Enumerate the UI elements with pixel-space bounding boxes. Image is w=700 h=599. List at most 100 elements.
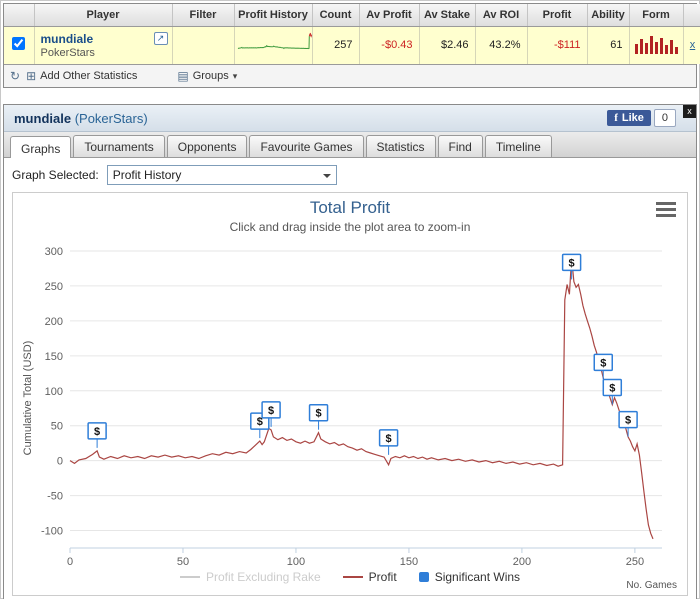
tab-bar: Graphs Tournaments Opponents Favourite G… [4,132,696,158]
svg-text:$: $ [315,408,321,420]
svg-text:300: 300 [45,246,63,258]
profit-history-cell [234,26,313,64]
page: Player Filter Profit History Count Av Pr… [0,0,700,599]
close-panel-button[interactable]: x [683,105,696,118]
table-footer: ↻ ⊞ Add Other Statistics ▤ Groups ▾ [4,64,696,87]
legend-line-swatch [342,576,363,578]
svg-text:$: $ [94,426,100,438]
count-cell: 257 [312,26,360,64]
svg-text:$: $ [569,257,575,269]
y-axis-title: Cumulative Total (USD) [22,340,34,456]
header-checkbox-col [4,4,35,27]
svg-text:$: $ [268,405,274,417]
facebook-like-button[interactable]: f Like [607,110,651,126]
legend-item-significant-wins[interactable]: Significant Wins [418,570,521,584]
like-label: Like [621,112,644,124]
svg-text:100: 100 [45,386,63,398]
svg-text:50: 50 [177,556,189,568]
groups-label: Groups [192,70,229,82]
tab-find[interactable]: Find [437,135,483,157]
chart-legend: Profit Excluding Rake Profit Significant… [13,570,687,584]
row-checkbox[interactable] [12,37,26,51]
profit-chart[interactable]: -100 -50 0 50 100 150 200 250 300 0 50 100 150 200 250… [22,236,678,570]
x-axis-title: No. Games [626,580,677,591]
svg-text:-100: -100 [41,526,63,538]
player-site-label: PokerStars [40,46,95,59]
remove-cell: x [683,26,700,64]
table-header-row: Player Filter Profit History Count Av Pr… [4,4,700,27]
tab-timeline[interactable]: Timeline [484,135,552,157]
player-detail-panel: x mundiale (PokerStars) f Like 0 Graphs … [3,104,697,599]
svg-text:150: 150 [45,351,63,363]
groups-icon: ▤ [177,69,189,83]
groups-button[interactable]: ▤ Groups ▾ [177,69,237,83]
header-count[interactable]: Count [312,4,360,27]
legend-item-profit[interactable]: Profit [342,570,397,584]
ability-cell: 61 [587,26,630,64]
svg-text:250: 250 [626,556,644,568]
graph-select[interactable]: Profit History [106,165,337,185]
header-av-stake[interactable]: Av Stake [419,4,476,27]
svg-text:$: $ [625,415,631,427]
header-av-profit[interactable]: Av Profit [359,4,420,27]
header-av-roi[interactable]: Av ROI [475,4,528,27]
header-profit-history[interactable]: Profit History [234,4,313,27]
tab-graphs[interactable]: Graphs [10,136,72,158]
player-cell: mundiale ↗ PokerStars [34,26,173,64]
svg-text:$: $ [600,357,606,369]
player-notes-icon[interactable]: ↗ [153,32,168,46]
svg-text:150: 150 [400,556,418,568]
panel-site-name: (PokerStars) [74,110,148,126]
header-remove-col [683,4,700,27]
chart-menu-icon[interactable] [656,202,676,217]
add-statistics-label: Add Other Statistics [40,70,138,82]
add-icon: ⊞ [26,69,37,83]
svg-text:$: $ [609,383,615,395]
checkbox-cell [4,26,35,64]
svg-text:-50: -50 [47,491,63,503]
svg-text:250: 250 [45,281,63,293]
header-ability[interactable]: Ability [587,4,630,27]
player-table-panel: Player Filter Profit History Count Av Pr… [3,3,700,88]
legend-line-swatch [179,576,200,578]
svg-text:200: 200 [513,556,531,568]
svg-text:100: 100 [287,556,305,568]
filter-cell [172,26,235,64]
refresh-icon[interactable]: ↻ [10,69,20,83]
results-table: Player Filter Profit History Count Av Pr… [4,4,700,64]
av-roi-cell: 43.2% [475,26,528,64]
svg-text:0: 0 [57,456,63,468]
tab-opponents[interactable]: Opponents [166,135,248,157]
facebook-like-widget: f Like 0 [607,109,676,127]
svg-text:0: 0 [67,556,73,568]
tab-favourite-games[interactable]: Favourite Games [249,135,364,157]
player-name-link[interactable]: mundiale [41,32,94,46]
legend-item-profit-excluding-rake[interactable]: Profit Excluding Rake [179,570,321,584]
panel-player-name: mundiale [14,110,72,126]
profit-cell: -$111 [527,26,588,64]
table-row: mundiale ↗ PokerStars 257 -$0.43 $2.46 4… [4,26,700,64]
legend-label: Profit Excluding Rake [205,570,321,584]
legend-label: Profit [368,570,397,584]
legend-label: Significant Wins [434,570,521,584]
remove-row-link[interactable]: x [684,39,700,51]
chart-container: Total Profit Click and drag inside the p… [12,192,688,596]
profit-sparkline [237,32,311,50]
legend-box-swatch [418,572,429,582]
graph-selected-label: Graph Selected: [12,168,99,182]
add-statistics-button[interactable]: ⊞ Add Other Statistics [26,69,137,83]
tab-tournaments[interactable]: Tournaments [73,135,165,157]
av-stake-cell: $2.46 [419,26,476,64]
chart-subtitle: Click and drag inside the plot area to z… [229,220,471,234]
header-player[interactable]: Player [34,4,173,27]
header-filter[interactable]: Filter [172,4,235,27]
panel-title: mundiale (PokerStars) [14,111,148,126]
tab-statistics[interactable]: Statistics [365,135,436,157]
header-profit[interactable]: Profit [527,4,588,27]
header-form[interactable]: Form [629,4,684,27]
form-cell [629,26,684,64]
chevron-down-icon: ▾ [232,70,238,81]
chart-title: Total Profit [309,198,391,217]
form-bars [630,36,683,55]
svg-text:200: 200 [45,316,63,328]
